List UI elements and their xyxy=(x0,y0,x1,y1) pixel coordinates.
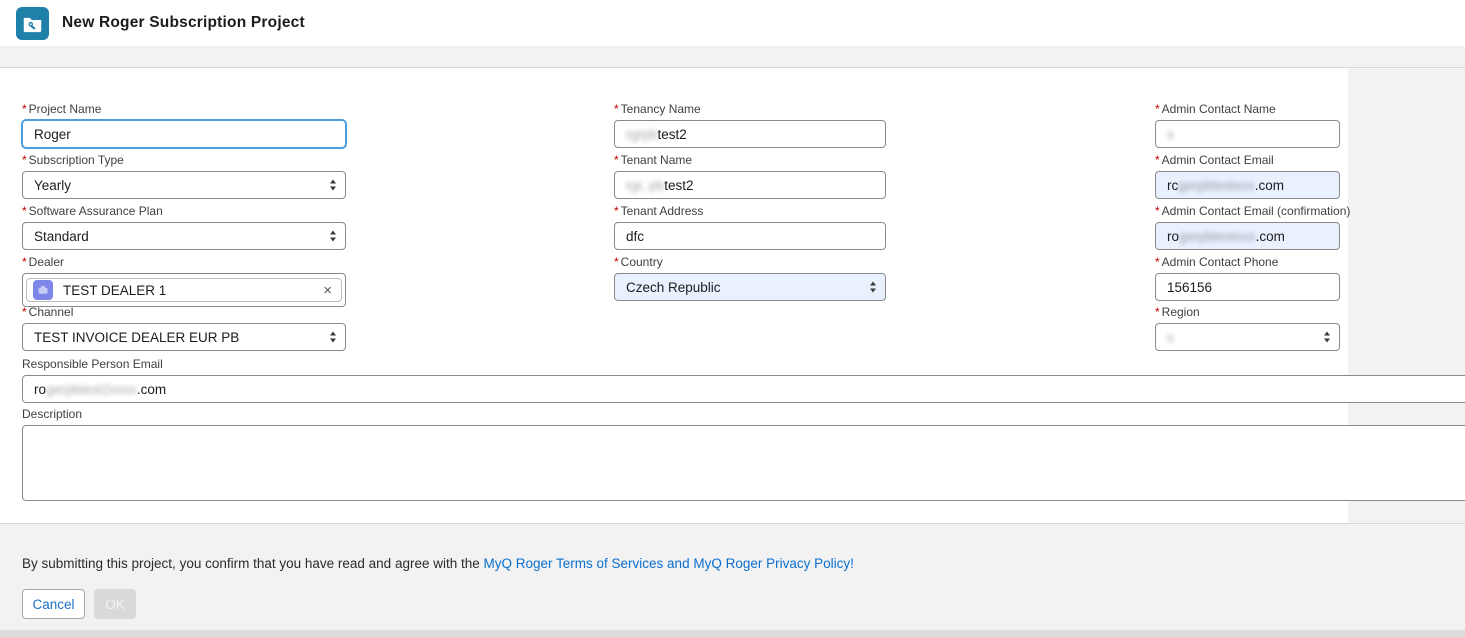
dealer-lookup[interactable]: TEST DEALER 1 × xyxy=(22,273,346,307)
project-folder-wrench-icon xyxy=(16,7,49,40)
field-country: *Country Czech Republic xyxy=(614,255,886,301)
select-spinner-icon xyxy=(330,180,336,191)
field-admin-contact-email: *Admin Contact Email rcgerpbtestxxx.com xyxy=(1155,153,1340,199)
field-tenant-name: *Tenant Name rgr, pbtest2 xyxy=(614,153,886,199)
required-asterisk: * xyxy=(1155,255,1160,269)
tenancy-name-label: Tenancy Name xyxy=(621,102,701,116)
redacted-text: gerpbtestxxx xyxy=(1178,178,1255,193)
required-asterisk: * xyxy=(614,102,619,116)
region-select[interactable]: x xyxy=(1155,323,1340,351)
select-spinner-icon xyxy=(870,282,876,293)
software-assurance-plan-label: Software Assurance Plan xyxy=(29,204,163,218)
dealer-value: TEST DEALER 1 xyxy=(63,283,166,298)
field-region: *Region x xyxy=(1155,305,1340,351)
select-spinner-icon xyxy=(330,332,336,343)
admin-contact-email-confirmation-input[interactable]: rogerpbtestxxx.com xyxy=(1155,222,1340,250)
required-asterisk: * xyxy=(22,305,27,319)
project-name-input[interactable]: Roger xyxy=(22,120,346,148)
field-admin-contact-phone: *Admin Contact Phone 156156 xyxy=(1155,255,1340,301)
field-dealer: *Dealer TEST DEALER 1 × xyxy=(22,255,346,307)
terms-privacy-link[interactable]: MyQ Roger Terms of Services and MyQ Roge… xyxy=(484,556,854,571)
admin-contact-phone-input[interactable]: 156156 xyxy=(1155,273,1340,301)
window-bottom-edge xyxy=(0,630,1465,637)
dealer-pill: TEST DEALER 1 × xyxy=(26,278,342,302)
redacted-text: rgr, pb xyxy=(626,178,664,193)
responsible-person-email-input[interactable]: rogerpbtest2xxxx.com xyxy=(22,375,1465,403)
admin-contact-phone-label: Admin Contact Phone xyxy=(1162,255,1279,269)
subscription-type-label: Subscription Type xyxy=(29,153,124,167)
new-roger-subscription-project-page: New Roger Subscription Project *Project … xyxy=(0,0,1465,637)
redacted-text: rgrpb xyxy=(626,127,658,142)
region-label: Region xyxy=(1162,305,1200,319)
tenancy-name-input[interactable]: rgrpbtest2 xyxy=(614,120,886,148)
required-asterisk: * xyxy=(1155,204,1160,218)
field-software-assurance-plan: *Software Assurance Plan Standard xyxy=(22,204,346,250)
clear-icon[interactable]: × xyxy=(320,283,335,298)
admin-contact-name-label: Admin Contact Name xyxy=(1162,102,1276,116)
responsible-person-email-label: Responsible Person Email xyxy=(22,357,163,371)
required-asterisk: * xyxy=(1155,102,1160,116)
admin-contact-email-input[interactable]: rcgerpbtestxxx.com xyxy=(1155,171,1340,199)
field-channel: *Channel TEST INVOICE DEALER EUR PB xyxy=(22,305,346,351)
admin-contact-email-label: Admin Contact Email xyxy=(1162,153,1274,167)
country-select[interactable]: Czech Republic xyxy=(614,273,886,301)
page-header: New Roger Subscription Project xyxy=(0,0,1465,46)
footer-divider xyxy=(0,523,1465,524)
description-label: Description xyxy=(22,407,82,421)
redacted-text: gerpbtest2xxxx xyxy=(46,382,137,397)
required-asterisk: * xyxy=(22,204,27,218)
admin-contact-name-input[interactable]: x xyxy=(1155,120,1340,148)
field-subscription-type: *Subscription Type Yearly xyxy=(22,153,346,199)
field-description: Description xyxy=(22,407,1465,501)
tenant-address-input[interactable]: dfc xyxy=(614,222,886,250)
account-icon xyxy=(33,280,53,300)
subscription-type-select[interactable]: Yearly xyxy=(22,171,346,199)
action-buttons: Cancel OK xyxy=(22,589,136,619)
software-assurance-plan-select[interactable]: Standard xyxy=(22,222,346,250)
tenant-address-label: Tenant Address xyxy=(621,204,704,218)
cancel-button[interactable]: Cancel xyxy=(22,589,85,619)
tenant-name-input[interactable]: rgr, pbtest2 xyxy=(614,171,886,199)
field-admin-contact-name: *Admin Contact Name x xyxy=(1155,102,1340,148)
admin-contact-email-confirmation-label: Admin Contact Email (confirmation) xyxy=(1162,204,1351,218)
required-asterisk: * xyxy=(614,153,619,167)
dealer-label: Dealer xyxy=(29,255,64,269)
field-admin-contact-email-confirmation: *Admin Contact Email (confirmation) roge… xyxy=(1155,204,1340,250)
project-name-label: Project Name xyxy=(29,102,102,116)
field-tenancy-name: *Tenancy Name rgrpbtest2 xyxy=(614,102,886,148)
country-label: Country xyxy=(621,255,663,269)
tenant-name-label: Tenant Name xyxy=(621,153,692,167)
required-asterisk: * xyxy=(22,102,27,116)
page-title: New Roger Subscription Project xyxy=(62,14,305,32)
agreement-text: By submitting this project, you confirm … xyxy=(22,556,854,571)
select-spinner-icon xyxy=(1324,332,1330,343)
channel-label: Channel xyxy=(29,305,74,319)
description-textarea[interactable] xyxy=(22,425,1465,501)
redacted-text: x xyxy=(1167,127,1174,142)
select-spinner-icon xyxy=(330,231,336,242)
field-tenant-address: *Tenant Address dfc xyxy=(614,204,886,250)
required-asterisk: * xyxy=(614,255,619,269)
required-asterisk: * xyxy=(1155,153,1160,167)
ok-button: OK xyxy=(94,589,136,619)
redacted-text: x xyxy=(1167,330,1174,345)
required-asterisk: * xyxy=(22,153,27,167)
field-responsible-person-email: Responsible Person Email rogerpbtest2xxx… xyxy=(22,357,1465,403)
redacted-text: gerpbtestxxx xyxy=(1179,229,1256,244)
required-asterisk: * xyxy=(614,204,619,218)
required-asterisk: * xyxy=(22,255,27,269)
field-project-name: *Project Name Roger xyxy=(22,102,346,148)
channel-select[interactable]: TEST INVOICE DEALER EUR PB xyxy=(22,323,346,351)
required-asterisk: * xyxy=(1155,305,1160,319)
